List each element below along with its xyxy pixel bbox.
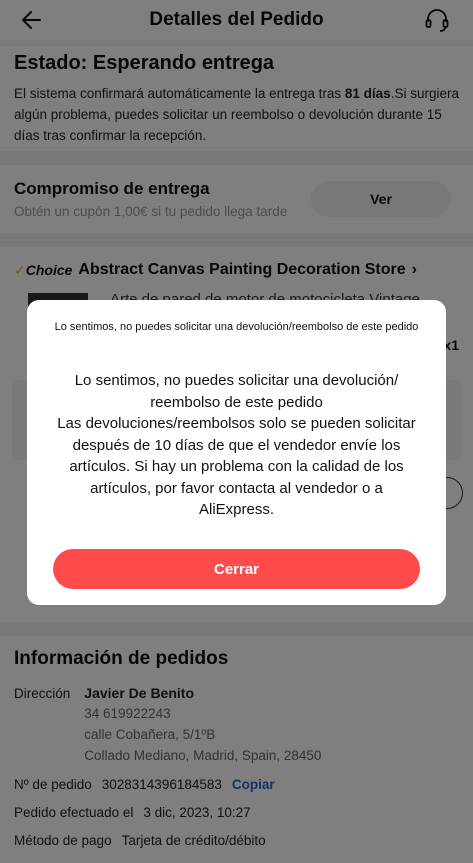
close-button[interactable]: Cerrar — [53, 549, 420, 589]
refund-error-dialog: Lo sentimos, no puedes solicitar una dev… — [27, 300, 446, 605]
dialog-explanation: Las devoluciones/reembolsos solo se pued… — [57, 415, 416, 518]
dialog-header: Lo sentimos, no puedes solicitar una dev… — [54, 321, 419, 333]
dialog-body: Lo sentimos, no puedes solicitar una dev… — [57, 370, 416, 521]
dialog-message: Lo sentimos, no puedes solicitar una dev… — [74, 372, 399, 411]
